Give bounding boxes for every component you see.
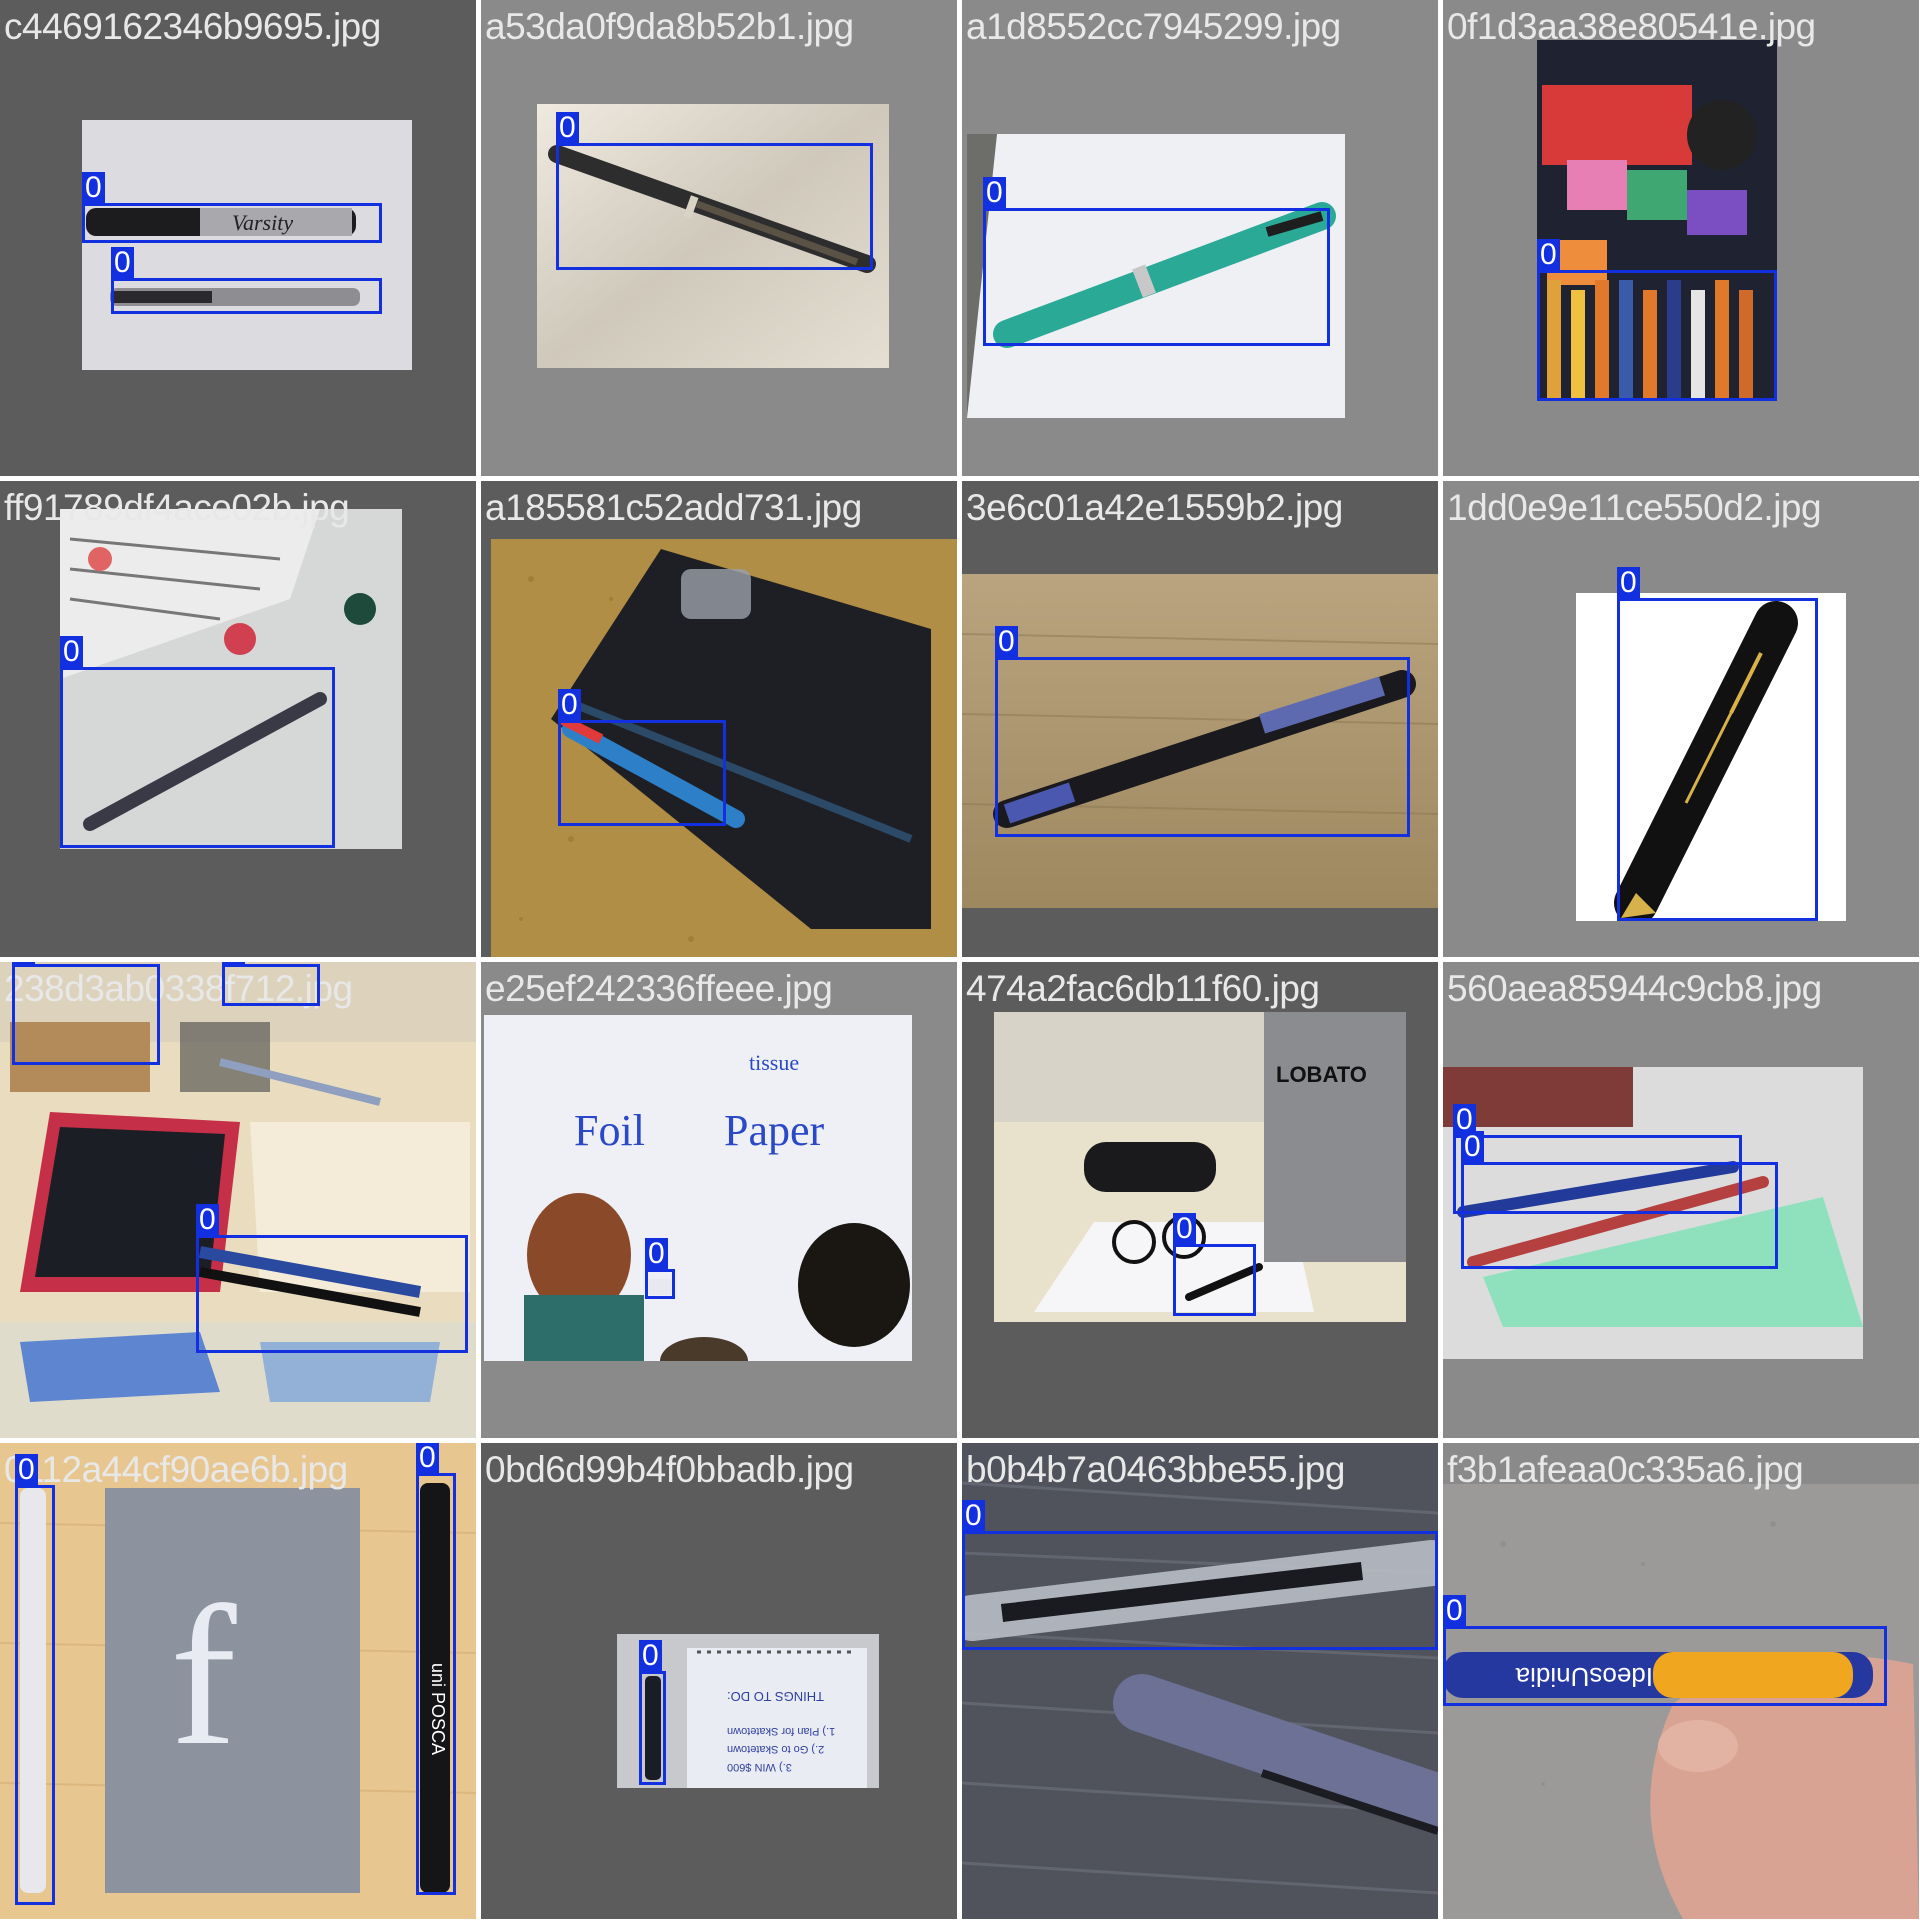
- image-filename: 560aea85944c9cb8.jpg: [1447, 968, 1822, 1009]
- bounding-box: 0: [1461, 1131, 1778, 1269]
- image-filename: 0f1d3aa38e80541e.jpg: [1447, 6, 1816, 47]
- photo: f uni POSCA: [0, 1443, 476, 1919]
- image-filename: c4469162346b9695.jpg: [4, 6, 381, 47]
- image-filename: 474a2fac6db11f60.jpg: [966, 968, 1320, 1009]
- class-label: 0: [82, 172, 105, 204]
- class-label: 0: [962, 1500, 985, 1532]
- grid-tile[interactable]: f uni POSCA 0112a44cf90ae6b.jpg 0 0: [0, 1443, 476, 1919]
- class-label: 0: [1461, 1131, 1484, 1163]
- grid-tile[interactable]: Foil Paper tissue e25ef242336ffeee.jpg 0: [481, 962, 957, 1438]
- bounding-box: 0: [1617, 567, 1818, 921]
- image-filename: a1d8552cc7945299.jpg: [966, 6, 1341, 47]
- image-filename: ff91789df4ace02b.jpg: [4, 487, 350, 528]
- image-filename: 0bd6d99b4f0bbadb.jpg: [485, 1449, 854, 1490]
- class-label: 0: [556, 112, 579, 144]
- bounding-box: 0: [962, 1500, 1438, 1650]
- grid-tile[interactable]: a1d8552cc7945299.jpg 0: [962, 0, 1438, 476]
- class-label: 0: [1443, 1595, 1466, 1627]
- image-filename: f3b1afeaa0c335a6.jpg: [1447, 1449, 1804, 1490]
- image-filename: 1dd0e9e11ce550d2.jpg: [1447, 487, 1822, 528]
- class-label: 0: [645, 1238, 668, 1270]
- todo-item-2: 2.) Go to Skatetown: [727, 1743, 824, 1755]
- bounding-box: 0: [12, 962, 160, 1065]
- image-filename: 0112a44cf90ae6b.jpg: [4, 1449, 348, 1490]
- bounding-box: 0: [558, 689, 726, 826]
- paper-text: Paper: [724, 1106, 825, 1155]
- class-label: 0: [639, 1640, 662, 1672]
- class-label: 0: [983, 177, 1006, 209]
- class-label: 0: [12, 962, 35, 965]
- grid-tile[interactable]: IdeosUnidia f3b1afeaa0c335a6.jpg 0: [1443, 1443, 1919, 1919]
- foil-text: Foil: [574, 1106, 645, 1155]
- bounding-box: 0: [1537, 239, 1777, 401]
- bounding-box: 0: [639, 1640, 666, 1785]
- class-label: 0: [111, 247, 134, 279]
- grid-tile[interactable]: 560aea85944c9cb8.jpg 0 0: [1443, 962, 1919, 1438]
- bounding-box: 0: [983, 177, 1330, 346]
- image-filename: 3e6c01a42e1559b2.jpg: [966, 487, 1343, 528]
- bounding-box: 0: [1443, 1595, 1887, 1706]
- grid-tile[interactable]: b0b4b7a0463bbe55.jpg 0: [962, 1443, 1438, 1919]
- todo-title: THINGS TO DO:: [727, 1689, 824, 1704]
- class-label: 0: [558, 689, 581, 721]
- bounding-box: 0: [82, 172, 382, 243]
- svg-text:f: f: [170, 1566, 237, 1787]
- tissue-text: tissue: [749, 1050, 799, 1075]
- class-label: 0: [222, 962, 245, 965]
- lobato-text: LOBATO: [1276, 1062, 1367, 1087]
- bounding-box: 0: [222, 962, 320, 1006]
- image-grid: Varsity c4469162346b9695.jpg 0 0 a53da0f…: [0, 0, 1920, 1920]
- grid-tile[interactable]: a53da0f9da8b52b1.jpg 0: [481, 0, 957, 476]
- grid-tile[interactable]: 1dd0e9e11ce550d2.jpg 0: [1443, 481, 1919, 957]
- grid-tile[interactable]: a185581c52add731.jpg 0: [481, 481, 957, 957]
- bounding-box: 0: [60, 636, 335, 848]
- todo-item-1: 1.) Plan for Skatetown: [727, 1725, 835, 1737]
- bounding-box: 0: [645, 1238, 675, 1299]
- bounding-box: 0: [111, 247, 382, 314]
- photo: Varsity: [82, 120, 412, 370]
- image-filename: a185581c52add731.jpg: [485, 487, 862, 528]
- photo: [962, 1443, 1438, 1919]
- bounding-box: 0: [196, 1204, 468, 1353]
- todo-item-3: 3.) WIN $600: [727, 1761, 792, 1773]
- class-label: 0: [15, 1454, 38, 1486]
- grid-tile[interactable]: THINGS TO DO: 1.) Plan for Skatetown 2.)…: [481, 1443, 957, 1919]
- photo: Foil Paper tissue: [484, 1015, 912, 1361]
- image-filename: e25ef242336ffeee.jpg: [485, 968, 833, 1009]
- grid-tile[interactable]: ff91789df4ace02b.jpg 0: [0, 481, 476, 957]
- grid-tile[interactable]: Varsity c4469162346b9695.jpg 0 0: [0, 0, 476, 476]
- bounding-box: 0: [15, 1454, 55, 1905]
- image-filename: a53da0f9da8b52b1.jpg: [485, 6, 854, 47]
- bounding-box: 0: [1173, 1213, 1256, 1316]
- class-label: 0: [1173, 1213, 1196, 1245]
- class-label: 0: [1617, 567, 1640, 599]
- class-label: 0: [60, 636, 83, 668]
- class-label: 0: [196, 1204, 219, 1236]
- class-label: 0: [1537, 239, 1560, 271]
- grid-tile[interactable]: 3e6c01a42e1559b2.jpg 0: [962, 481, 1438, 957]
- grid-tile[interactable]: 0f1d3aa38e80541e.jpg 0: [1443, 0, 1919, 476]
- bounding-box: 0: [995, 626, 1410, 837]
- bounding-box: 0: [556, 112, 873, 270]
- class-label: 0: [995, 626, 1018, 658]
- class-label: 0: [416, 1443, 439, 1474]
- grid-tile[interactable]: LOBATO 474a2fac6db11f60.jpg 0: [962, 962, 1438, 1438]
- bounding-box: 0: [416, 1443, 456, 1895]
- image-filename: b0b4b7a0463bbe55.jpg: [966, 1449, 1345, 1490]
- grid-tile[interactable]: 238d3ab0338f712.jpg 0 0 0: [0, 962, 476, 1438]
